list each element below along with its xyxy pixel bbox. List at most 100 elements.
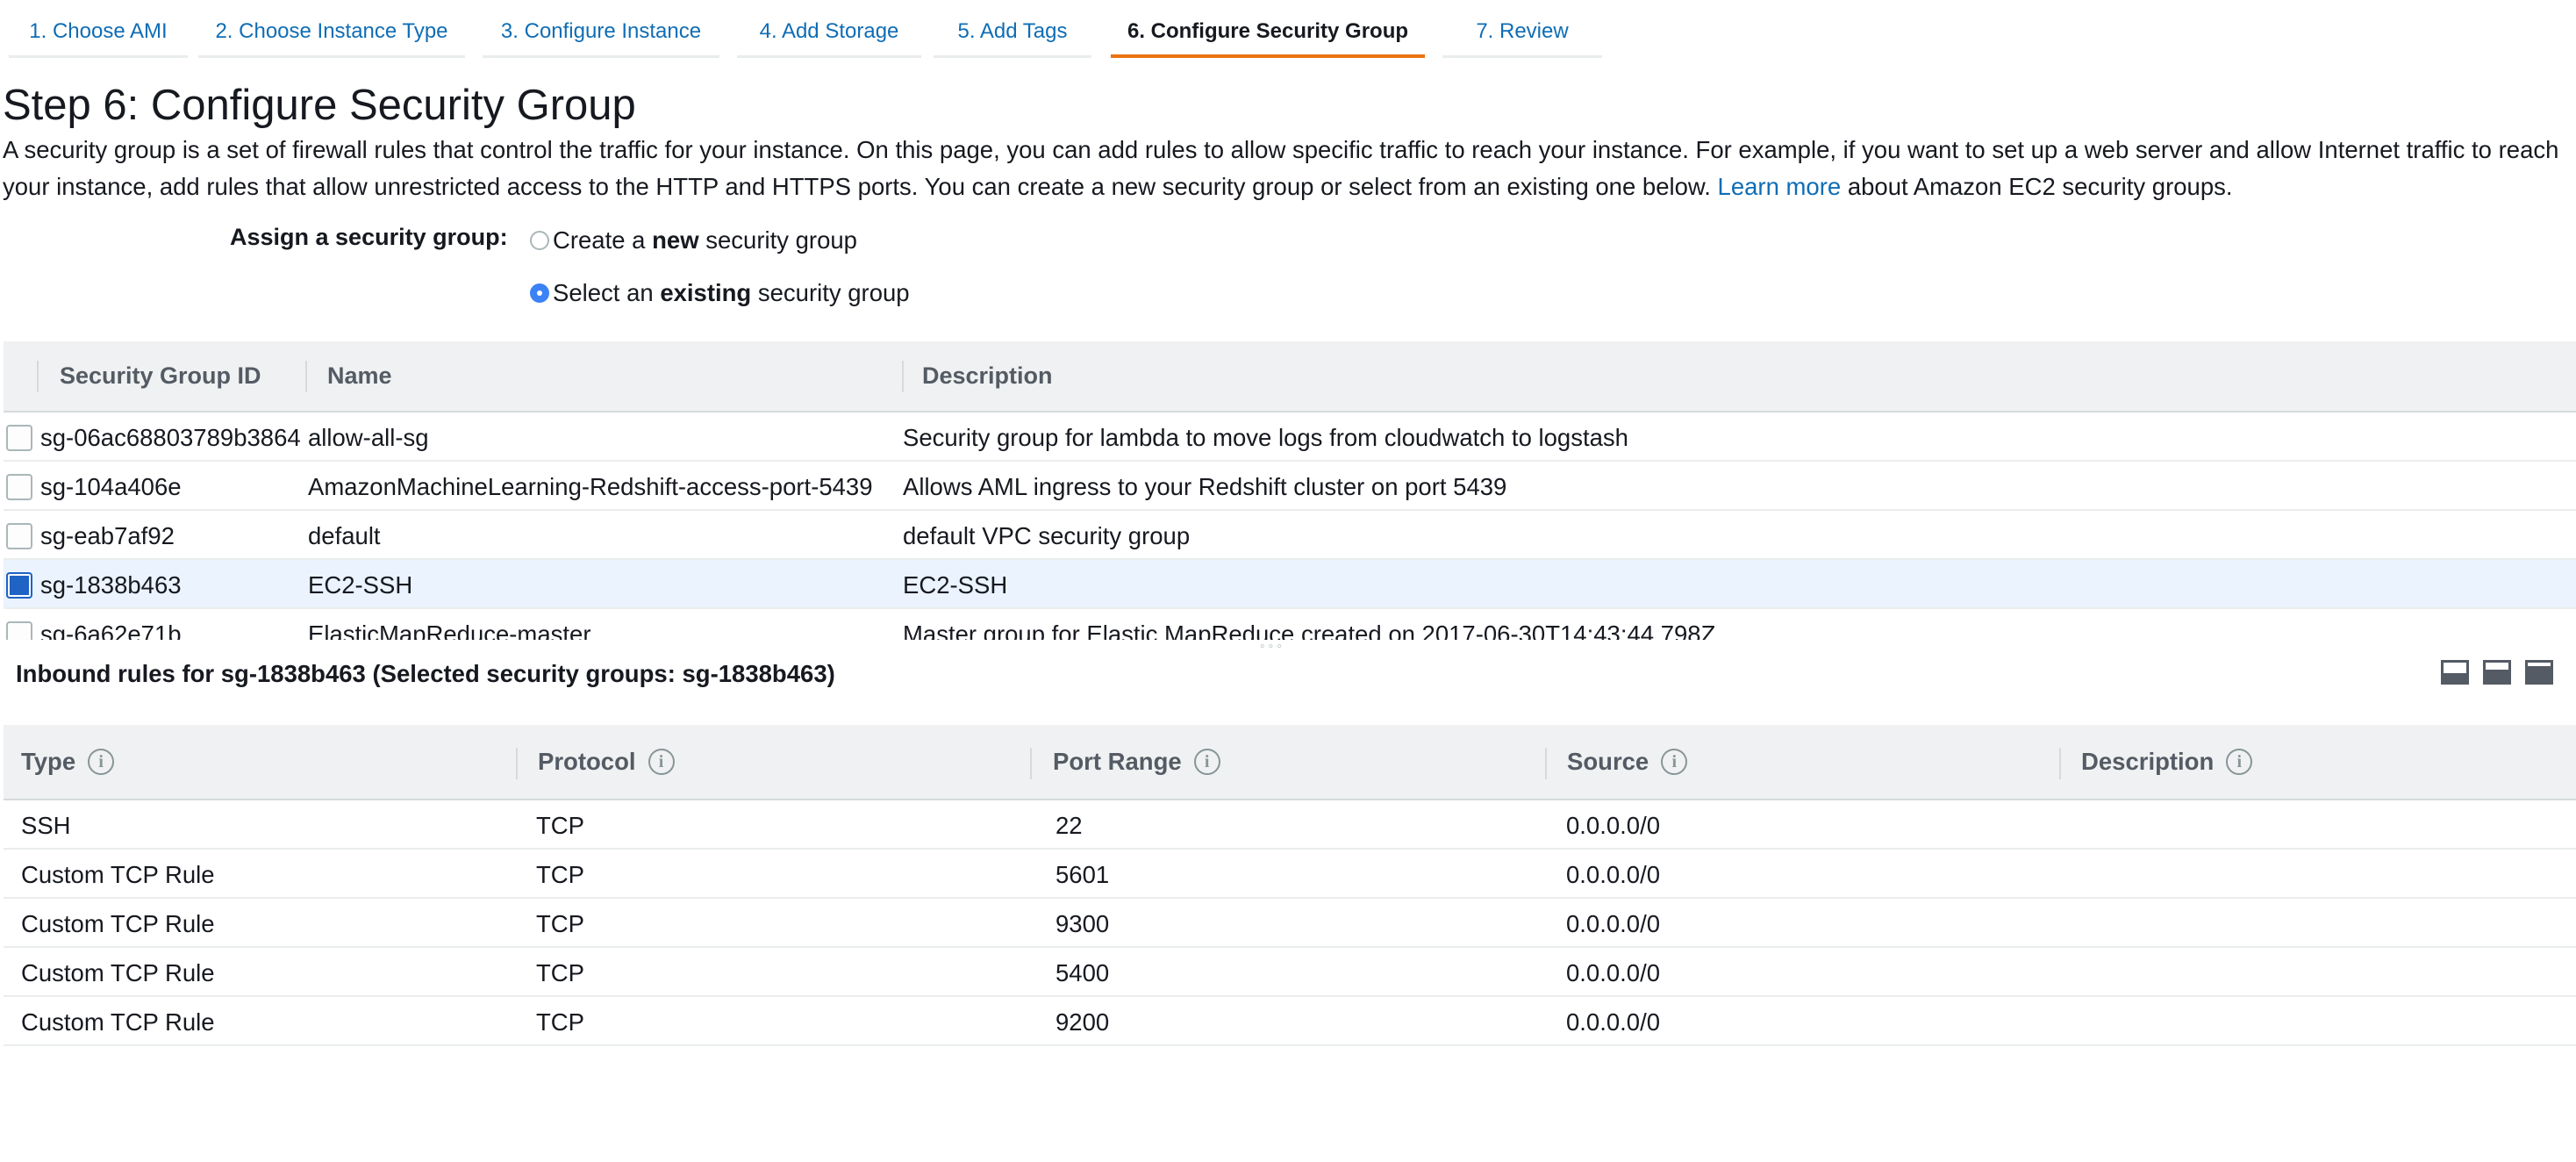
column-header-security-group-id[interactable]: Security Group ID [60, 362, 261, 390]
info-icon[interactable]: i [2226, 749, 2253, 775]
table-header: Type i Protocol i Port Range i Source i … [4, 725, 2576, 800]
tab-label: 4. Add Storage [759, 19, 899, 43]
table-row[interactable]: sg-06ac68803789b3864 allow-all-sg Securi… [4, 412, 2576, 462]
inbound-rules-title: Inbound rules for sg-1838b463 (Selected … [16, 660, 835, 687]
rule-type: SSH [21, 812, 71, 839]
column-header-description[interactable]: Description [922, 362, 1053, 390]
rule-type: Custom TCP Rule [21, 861, 215, 888]
tab-label: 1. Choose AMI [29, 19, 168, 43]
tab-configure-security-group[interactable]: 6. Configure Security Group [1111, 0, 1425, 58]
table-row: Custom TCP Rule TCP 5400 0.0.0.0/0 [4, 948, 2576, 997]
column-header-description: Description i [2081, 748, 2253, 776]
row-checkbox[interactable] [6, 474, 32, 500]
create-new-sg-label: Create a new security group [553, 226, 857, 254]
security-group-description: EC2-SSH [903, 571, 1008, 599]
rule-type: Custom TCP Rule [21, 1008, 215, 1036]
security-groups-table: Security Group ID Name Description sg-06… [4, 341, 2576, 640]
column-divider [305, 361, 307, 392]
column-divider [37, 361, 39, 392]
column-divider [2059, 748, 2061, 779]
select-existing-sg-option[interactable]: Select an existing security group [530, 277, 910, 309]
column-divider [902, 361, 904, 392]
table-row: Custom TCP Rule TCP 9300 0.0.0.0/0 [4, 899, 2576, 948]
column-header-label: Protocol [538, 748, 636, 775]
table-row[interactable]: sg-104a406e AmazonMachineLearning-Redshi… [4, 462, 2576, 511]
security-group-name: ElasticMapReduce-master [308, 620, 591, 640]
tab-review[interactable]: 7. Review [1442, 0, 1602, 58]
rule-protocol: TCP [536, 959, 584, 986]
table-row: Custom TCP Rule TCP 9200 0.0.0.0/0 [4, 997, 2576, 1046]
column-header-type: Type i [21, 748, 115, 776]
inbound-rules-table: Type i Protocol i Port Range i Source i … [4, 725, 2576, 1046]
security-group-name: allow-all-sg [308, 424, 429, 451]
tab-add-tags[interactable]: 5. Add Tags [934, 0, 1091, 58]
row-checkbox[interactable] [6, 425, 32, 451]
column-header-port-range: Port Range i [1053, 748, 1220, 776]
security-group-name: AmazonMachineLearning-Redshift-access-po… [308, 473, 873, 500]
column-header-protocol: Protocol i [538, 748, 675, 776]
rule-protocol: TCP [536, 861, 584, 888]
security-group-id: sg-1838b463 [40, 571, 182, 599]
table-header: Security Group ID Name Description [4, 341, 2576, 412]
column-header-source: Source i [1567, 748, 1688, 776]
table-row[interactable]: sg-6a62e71b ElasticMapReduce-master Mast… [4, 609, 2576, 640]
radio-select-existing[interactable] [530, 283, 549, 303]
rule-source: 0.0.0.0/0 [1566, 1008, 1661, 1036]
tab-label: 6. Configure Security Group [1127, 19, 1409, 43]
radio-create-new[interactable] [530, 231, 549, 250]
row-checkbox[interactable] [6, 523, 32, 549]
panel-bottom-medium-icon[interactable] [2483, 660, 2511, 685]
learn-more-link[interactable]: Learn more [1718, 173, 1842, 200]
table-row-selected[interactable]: sg-1838b463 EC2-SSH EC2-SSH [4, 560, 2576, 609]
assign-security-group-label: Assign a security group: [230, 224, 508, 250]
rule-protocol: TCP [536, 910, 584, 937]
column-divider [516, 748, 518, 779]
page-title: Step 6: Configure Security Group [3, 82, 636, 129]
rule-port-range: 9200 [1055, 1008, 1110, 1036]
rule-port-range: 5400 [1055, 959, 1110, 986]
row-checkbox[interactable] [6, 621, 32, 640]
column-header-label: Description [2081, 748, 2215, 775]
column-divider [1545, 748, 1547, 779]
tab-choose-ami[interactable]: 1. Choose AMI [9, 0, 188, 58]
tab-configure-instance[interactable]: 3. Configure Instance [483, 0, 719, 58]
security-group-description: Allows AML ingress to your Redshift clus… [903, 473, 1507, 500]
info-icon[interactable]: i [88, 749, 115, 775]
tab-add-storage[interactable]: 4. Add Storage [737, 0, 921, 58]
security-group-description: default VPC security group [903, 522, 1191, 549]
security-group-name: default [308, 522, 381, 549]
rule-type: Custom TCP Rule [21, 910, 215, 937]
create-new-sg-option[interactable]: Create a new security group [530, 225, 857, 256]
rule-source: 0.0.0.0/0 [1566, 910, 1661, 937]
column-header-label: Type [21, 748, 76, 775]
column-divider [1030, 748, 1032, 779]
select-existing-sg-label: Select an existing security group [553, 279, 910, 306]
rule-protocol: TCP [536, 1008, 584, 1036]
info-icon[interactable]: i [648, 749, 675, 775]
panel-bottom-small-icon[interactable] [2441, 660, 2469, 685]
row-checkbox-checked[interactable] [6, 572, 32, 599]
column-header-label: Source [1567, 748, 1649, 775]
column-header-name[interactable]: Name [327, 362, 392, 390]
info-icon[interactable]: i [1661, 749, 1688, 775]
panel-resize-handle[interactable]: ◦◦◦ [1260, 639, 1285, 655]
security-group-description: Security group for lambda to move logs f… [903, 424, 1628, 451]
tab-label: 3. Configure Instance [500, 19, 702, 43]
rule-port-range: 22 [1055, 812, 1083, 839]
security-group-id: sg-06ac68803789b3864 [40, 424, 301, 451]
tab-choose-instance-type[interactable]: 2. Choose Instance Type [198, 0, 465, 58]
security-group-id: sg-6a62e71b [40, 620, 182, 640]
table-row: Custom TCP Rule TCP 5601 0.0.0.0/0 [4, 850, 2576, 899]
tab-label: 2. Choose Instance Type [215, 19, 448, 43]
tab-label: 5. Add Tags [957, 19, 1068, 43]
security-group-id: sg-104a406e [40, 473, 182, 500]
panel-bottom-large-icon[interactable] [2525, 660, 2553, 685]
tab-label: 7. Review [1476, 19, 1569, 43]
rule-protocol: TCP [536, 812, 584, 839]
rule-port-range: 9300 [1055, 910, 1110, 937]
table-row[interactable]: sg-eab7af92 default default VPC security… [4, 511, 2576, 560]
rule-type: Custom TCP Rule [21, 959, 215, 986]
rule-port-range: 5601 [1055, 861, 1110, 888]
info-icon[interactable]: i [1193, 749, 1220, 775]
wizard-tabs: 1. Choose AMI 2. Choose Instance Type 3.… [0, 0, 2576, 61]
